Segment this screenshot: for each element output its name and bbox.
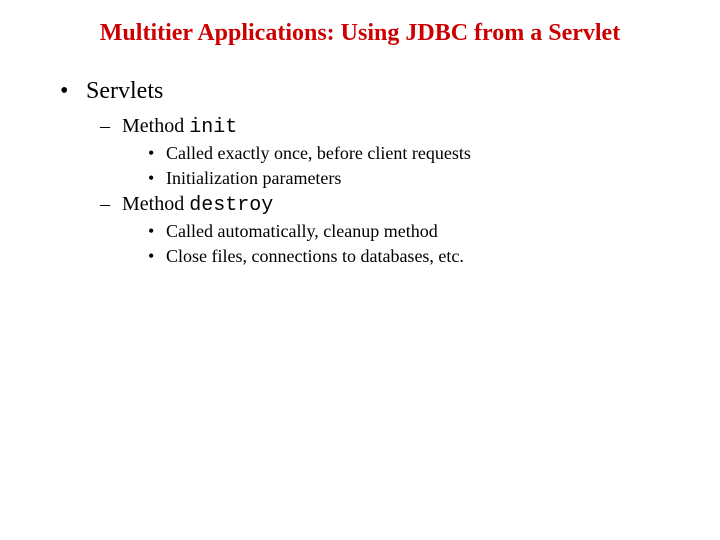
level2-prefix: Method: [122, 115, 189, 137]
level3-text: Initialization parameters: [166, 168, 341, 188]
slide-title: Multitier Applications: Using JDBC from …: [60, 18, 660, 48]
bullet-dot-icon: •: [148, 143, 166, 164]
bullet-level2-method-destroy: –Method destroy: [100, 193, 690, 217]
bullet-level3-destroy-1: •Called automatically, cleanup method: [148, 221, 690, 242]
dash-icon: –: [100, 193, 122, 216]
level1-text: Servlets: [86, 78, 163, 104]
bullet-level3-init-2: •Initialization parameters: [148, 168, 690, 189]
bullet-level3-destroy-2: •Close files, connections to databases, …: [148, 246, 690, 267]
dash-icon: –: [100, 115, 122, 138]
level2-prefix: Method: [122, 193, 189, 215]
level3-text: Called automatically, cleanup method: [166, 221, 438, 241]
level3-text: Close files, connections to databases, e…: [166, 246, 464, 266]
code-init: init: [189, 116, 237, 139]
bullet-dot-icon: •: [148, 221, 166, 242]
bullet-level1-servlets: •Servlets: [60, 78, 690, 105]
bullet-level2-method-init: –Method init: [100, 115, 690, 139]
bullet-level3-init-1: •Called exactly once, before client requ…: [148, 143, 690, 164]
bullet-dot-icon: •: [148, 168, 166, 189]
bullet-dot-icon: •: [148, 246, 166, 267]
code-destroy: destroy: [189, 194, 273, 217]
bullet-dot-icon: •: [60, 78, 86, 105]
level3-text: Called exactly once, before client reque…: [166, 143, 471, 163]
